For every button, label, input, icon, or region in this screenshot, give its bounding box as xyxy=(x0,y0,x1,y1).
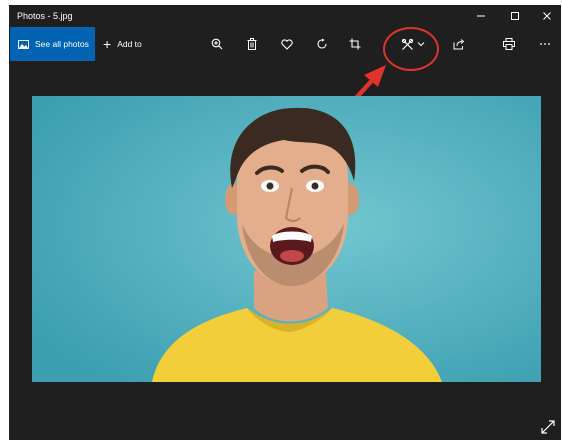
crop-button[interactable] xyxy=(345,34,365,54)
minimize-button[interactable] xyxy=(464,5,497,26)
window-title: Photos - 5.jpg xyxy=(17,11,73,21)
close-button[interactable] xyxy=(530,5,561,26)
add-to-button[interactable]: + Add to xyxy=(103,27,142,61)
expand-icon xyxy=(541,420,555,434)
add-to-label: Add to xyxy=(117,39,142,49)
plus-icon: + xyxy=(103,36,112,52)
delete-button[interactable] xyxy=(242,34,262,54)
print-button[interactable] xyxy=(499,34,519,54)
rotate-button[interactable] xyxy=(312,34,332,54)
maximize-button[interactable] xyxy=(498,5,531,26)
close-icon xyxy=(542,11,551,20)
photo-icon xyxy=(18,39,29,49)
photo-viewer-image[interactable] xyxy=(32,96,541,382)
surprised-man-photo xyxy=(32,96,541,382)
delete-icon xyxy=(247,38,257,50)
minimize-icon xyxy=(476,15,485,16)
crop-icon xyxy=(349,38,361,50)
photos-app-window: Photos - 5.jpg See all photos + Add to xyxy=(9,5,561,440)
see-all-photos-button[interactable]: See all photos xyxy=(10,27,95,61)
favorite-icon xyxy=(281,38,293,50)
share-icon xyxy=(453,39,465,50)
more-icon xyxy=(540,43,550,45)
rotate-icon xyxy=(317,38,327,49)
zoom-in-button[interactable] xyxy=(207,34,227,54)
print-icon xyxy=(503,38,515,50)
toolbar: See all photos + Add to xyxy=(9,26,561,63)
title-bar: Photos - 5.jpg xyxy=(9,5,561,26)
fullscreen-button[interactable] xyxy=(540,419,556,435)
zoom-in-icon xyxy=(211,38,223,50)
share-button[interactable] xyxy=(449,34,469,54)
favorite-button[interactable] xyxy=(277,34,297,54)
more-button[interactable] xyxy=(535,34,555,54)
see-all-photos-label: See all photos xyxy=(35,39,89,49)
maximize-icon xyxy=(510,11,519,20)
